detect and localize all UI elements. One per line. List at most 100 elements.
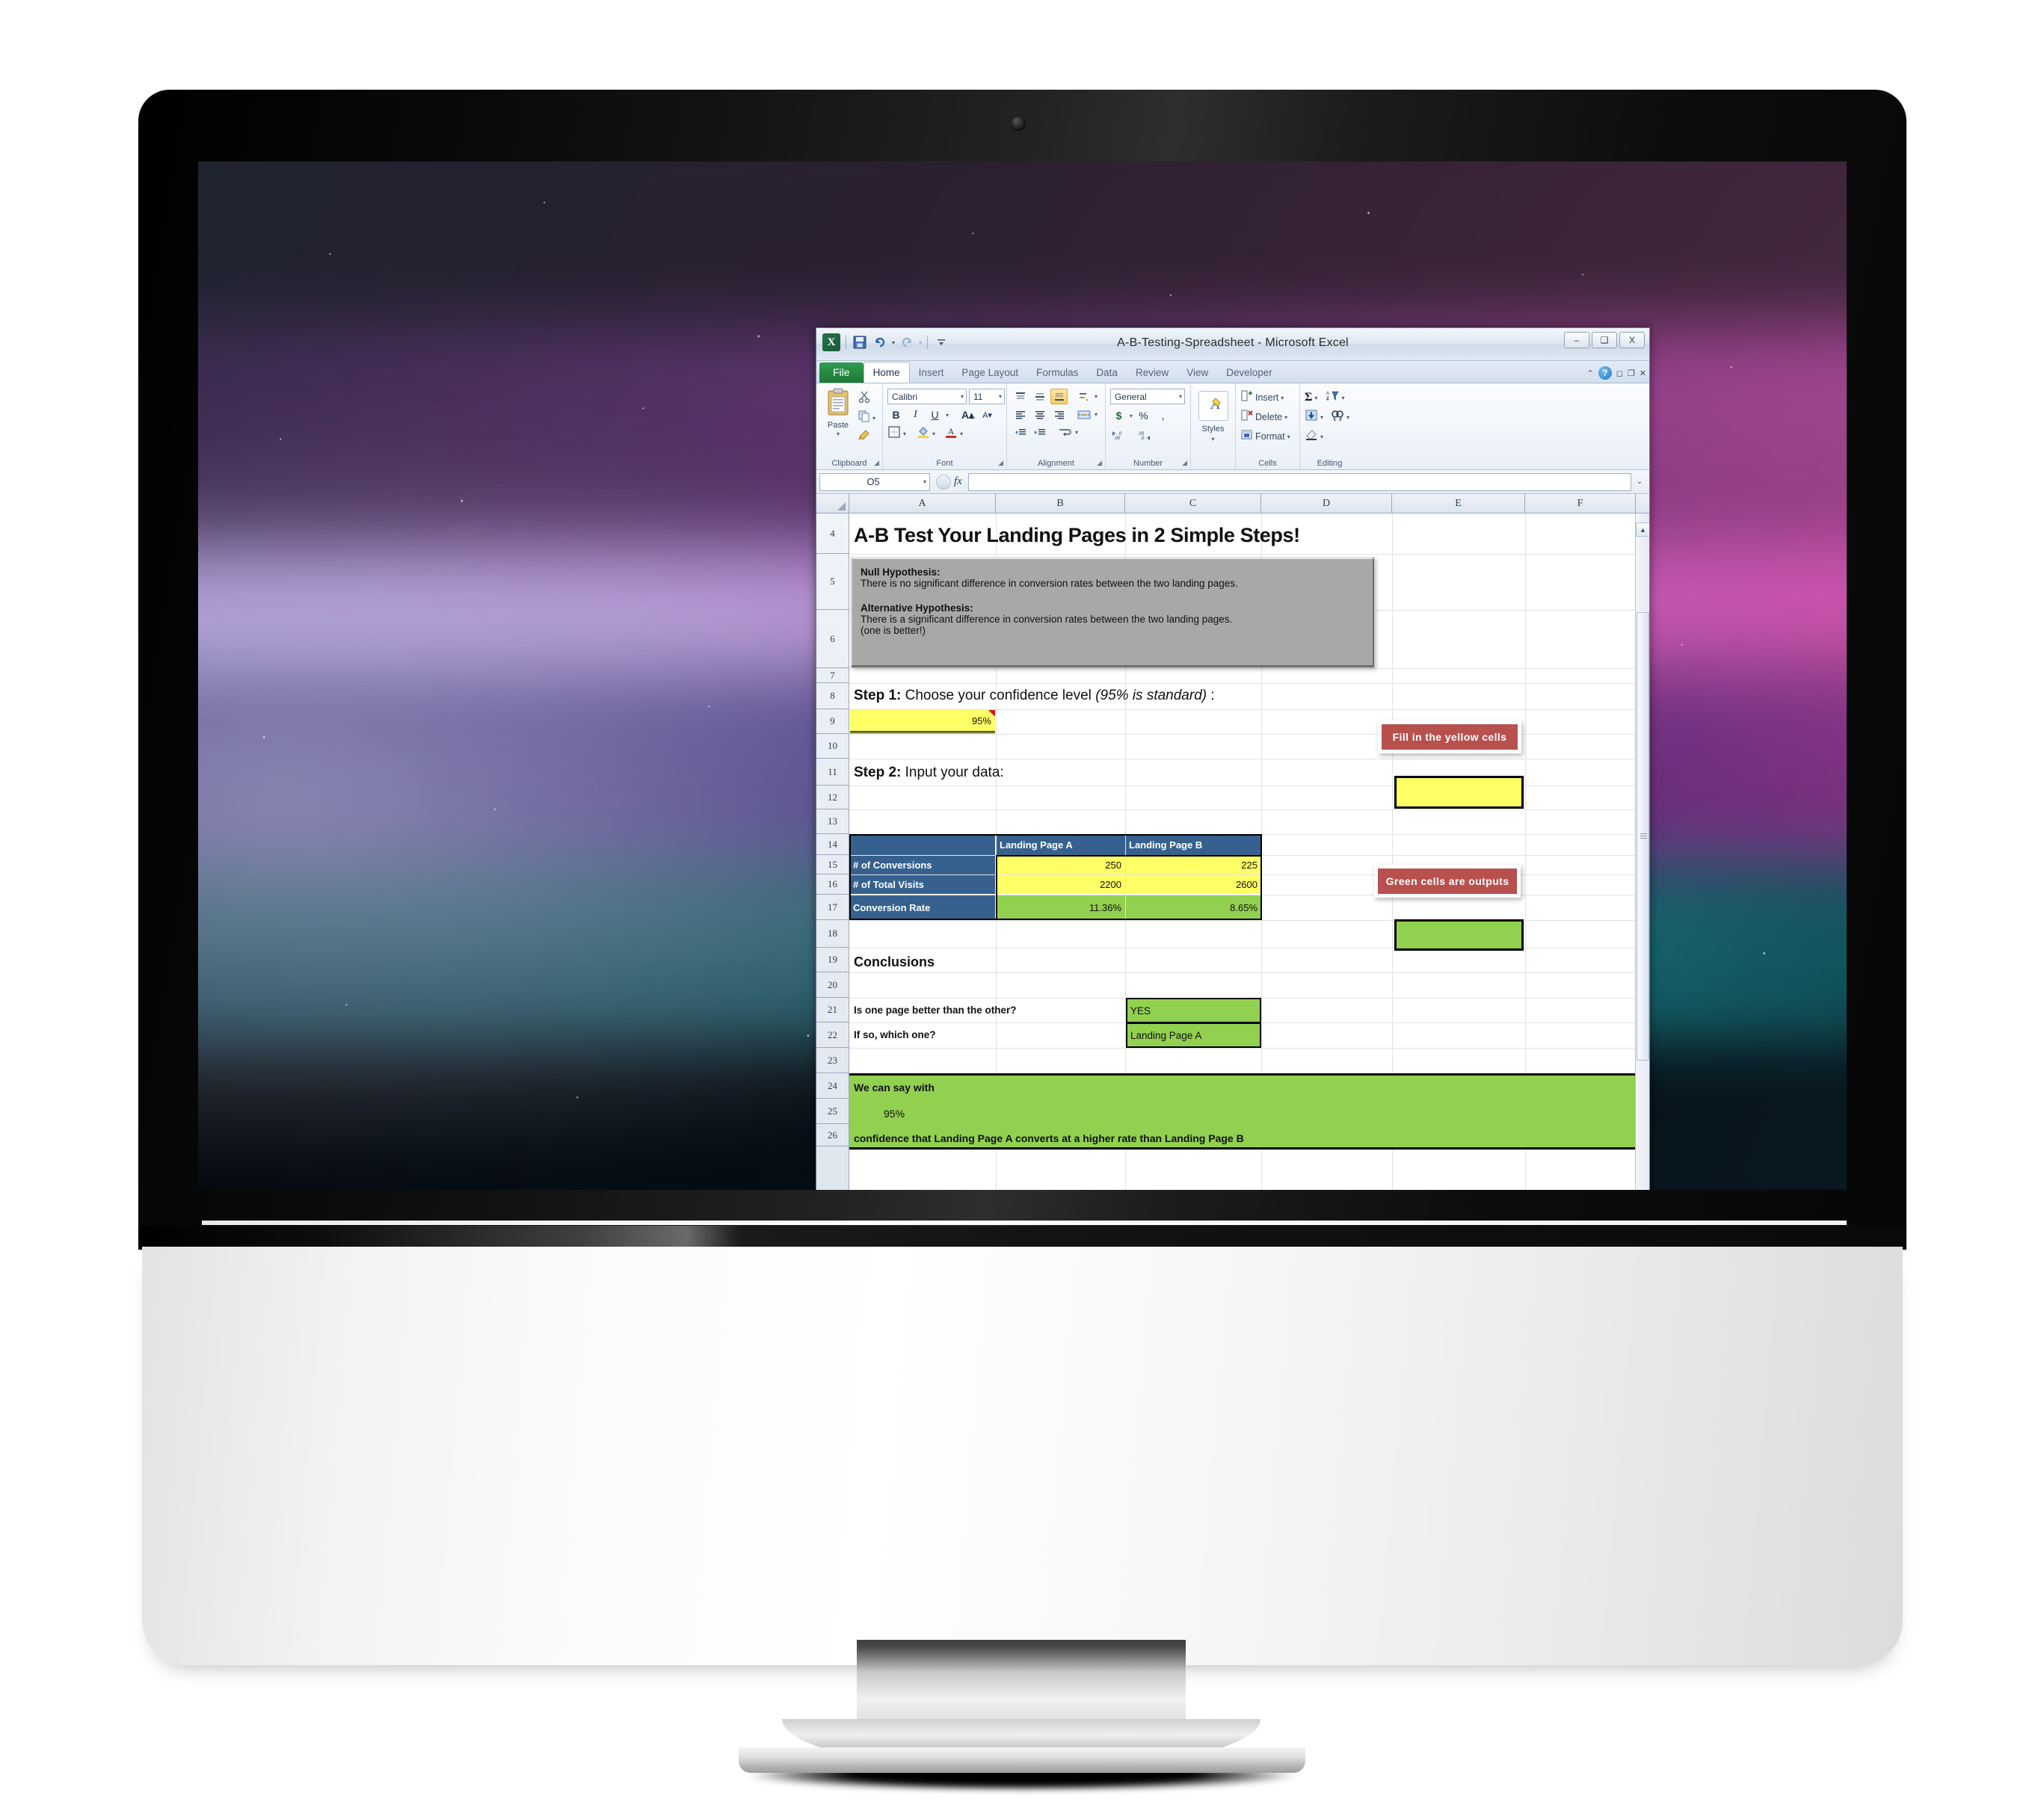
- insert-cells-button[interactable]: Insert ▾: [1240, 389, 1284, 406]
- formula-input[interactable]: [967, 472, 1631, 491]
- column-header-a[interactable]: A: [849, 494, 996, 513]
- table-row-label-conversion-rate[interactable]: Conversion Rate: [850, 895, 995, 919]
- row-header-5[interactable]: 5: [816, 554, 849, 610]
- row-header-13[interactable]: 13: [816, 809, 849, 834]
- table-row-label-conversions[interactable]: # of Conversions: [850, 856, 995, 874]
- orientation-icon[interactable]: [1075, 389, 1092, 404]
- wrap-text-icon[interactable]: [1056, 425, 1073, 440]
- row-header-8[interactable]: 8: [816, 683, 849, 709]
- middle-align-icon[interactable]: [1031, 389, 1048, 404]
- fill-color-caret-icon[interactable]: ▾: [932, 431, 935, 437]
- cell-a4-title[interactable]: A-B Test Your Landing Pages in 2 Simple …: [854, 524, 1300, 547]
- styles-dropdown-caret-icon[interactable]: ▾: [1211, 436, 1214, 442]
- row-header-17[interactable]: 17: [816, 895, 849, 920]
- ribbon-tab-data[interactable]: Data: [1087, 362, 1127, 383]
- cell-c20-answer-1[interactable]: YES: [1126, 998, 1261, 1023]
- font-color-caret-icon[interactable]: ▾: [960, 431, 963, 437]
- number-format-select[interactable]: General ▾: [1110, 389, 1185, 404]
- row-header-10[interactable]: 10: [816, 734, 849, 759]
- cell-a18-conclusions[interactable]: Conclusions: [854, 954, 935, 970]
- cell-b14-conversions-a[interactable]: 250: [997, 856, 1125, 874]
- expand-formula-bar-icon[interactable]: ⌄: [1633, 478, 1646, 486]
- help-icon[interactable]: ?: [1598, 366, 1612, 380]
- column-header-d[interactable]: D: [1261, 494, 1392, 513]
- top-align-icon[interactable]: [1012, 389, 1029, 404]
- row-header-6[interactable]: 6: [816, 610, 849, 668]
- cell-a11-step2[interactable]: Step 2: Input your data:: [854, 765, 1004, 781]
- decrease-decimal-icon[interactable]: .00.0: [1134, 427, 1154, 442]
- name-box-caret-icon[interactable]: ▾: [923, 478, 926, 485]
- italic-button[interactable]: I: [907, 407, 924, 423]
- alignment-dialog-launcher-icon[interactable]: ◢: [1097, 459, 1102, 467]
- maximize-window-icon[interactable]: ❐: [1628, 368, 1635, 378]
- row-header-16[interactable]: 16: [816, 874, 849, 895]
- underline-button[interactable]: U: [926, 407, 943, 423]
- cell-c16-rate-b[interactable]: 8.65%: [1126, 895, 1261, 919]
- column-header-f[interactable]: F: [1525, 494, 1636, 513]
- row-header-20[interactable]: 20: [816, 972, 849, 998]
- insert-function-icon[interactable]: fx: [954, 475, 962, 488]
- font-size-select[interactable]: 11 ▾: [969, 389, 1005, 404]
- comment-indicator-icon[interactable]: [988, 710, 995, 717]
- delete-cells-button[interactable]: Delete ▾: [1240, 409, 1287, 425]
- cell-a20-question-1[interactable]: Is one page better than the other?: [854, 1005, 1017, 1016]
- row-header-11[interactable]: 11: [816, 759, 849, 786]
- autosum-icon[interactable]: Σ: [1305, 391, 1312, 404]
- increase-decimal-icon[interactable]: .0.00: [1110, 427, 1130, 442]
- row-header-7[interactable]: 7: [816, 668, 849, 683]
- wrap-caret-icon[interactable]: ▾: [1075, 429, 1078, 436]
- format-painter-icon[interactable]: [858, 428, 875, 445]
- format-cells-caret-icon[interactable]: ▾: [1287, 434, 1290, 440]
- decrease-indent-icon[interactable]: [1012, 425, 1029, 440]
- align-right-icon[interactable]: [1050, 407, 1068, 422]
- find-and-select-icon[interactable]: [1331, 409, 1344, 425]
- row-header-12[interactable]: 12: [816, 786, 849, 809]
- row-header-26[interactable]: 26: [816, 1124, 849, 1147]
- styles-button[interactable]: A: [1198, 391, 1228, 421]
- row-header-22[interactable]: 22: [816, 1022, 849, 1048]
- scroll-up-icon[interactable]: ▲: [1636, 522, 1649, 537]
- minimize-ribbon-icon[interactable]: ⌃: [1587, 368, 1594, 378]
- row-header-14[interactable]: 14: [816, 834, 849, 855]
- row-header-15[interactable]: 15: [816, 855, 849, 874]
- shrink-font-button[interactable]: A▾: [979, 407, 996, 423]
- grow-font-button[interactable]: A▴: [959, 407, 976, 423]
- minimize-button[interactable]: –: [1564, 332, 1589, 348]
- row-header-24[interactable]: 24: [816, 1073, 849, 1099]
- ribbon-tab-review[interactable]: Review: [1127, 362, 1178, 383]
- select-all-corner[interactable]: [816, 494, 849, 513]
- font-dialog-launcher-icon[interactable]: ◢: [998, 459, 1003, 467]
- cell-c14-conversions-b[interactable]: 225: [1126, 856, 1261, 874]
- clipboard-dialog-launcher-icon[interactable]: ◢: [874, 459, 879, 467]
- borders-caret-icon[interactable]: ▾: [903, 431, 906, 437]
- ribbon-tab-page-layout[interactable]: Page Layout: [952, 362, 1027, 383]
- row-header-25[interactable]: 25: [816, 1099, 849, 1124]
- ribbon-tab-view[interactable]: View: [1178, 362, 1217, 383]
- bottom-align-icon[interactable]: [1050, 389, 1068, 404]
- hypothesis-textbox[interactable]: Null Hypothesis: There is no significant…: [851, 557, 1374, 667]
- fill-down-icon[interactable]: [1305, 409, 1318, 425]
- sort-filter-caret-icon[interactable]: ▾: [1341, 395, 1344, 401]
- cell-a9-confidence-input[interactable]: 95%: [850, 710, 995, 733]
- row-header-23[interactable]: 23: [816, 1048, 849, 1073]
- table-row-label-total-visits[interactable]: # of Total Visits: [850, 875, 995, 894]
- orientation-caret-icon[interactable]: ▾: [1095, 393, 1098, 400]
- underline-caret-icon[interactable]: ▾: [946, 412, 949, 419]
- bold-button[interactable]: B: [887, 407, 905, 423]
- cell-a21-question-2[interactable]: If so, which one?: [854, 1029, 936, 1040]
- font-color-icon[interactable]: A: [944, 425, 958, 442]
- table-header-landing-page-a[interactable]: Landing Page A: [997, 835, 1125, 855]
- merge-and-center-icon[interactable]: [1075, 407, 1092, 422]
- align-center-icon[interactable]: [1031, 407, 1048, 422]
- vertical-scroll-thumb[interactable]: [1637, 612, 1649, 1061]
- find-caret-icon[interactable]: ▾: [1346, 414, 1349, 421]
- ribbon-tab-developer[interactable]: Developer: [1217, 362, 1281, 383]
- insert-cells-caret-icon[interactable]: ▾: [1281, 395, 1284, 401]
- align-left-icon[interactable]: [1012, 407, 1029, 422]
- format-cells-button[interactable]: Format ▾: [1240, 428, 1290, 445]
- cell-a8-step1[interactable]: Step 1: Choose your confidence level (95…: [854, 688, 1215, 704]
- copy-icon[interactable]: [858, 410, 870, 426]
- delete-cells-caret-icon[interactable]: ▾: [1284, 414, 1287, 421]
- paste-dropdown-caret-icon[interactable]: ▾: [837, 431, 840, 437]
- cell-c21-answer-2[interactable]: Landing Page A: [1126, 1022, 1261, 1048]
